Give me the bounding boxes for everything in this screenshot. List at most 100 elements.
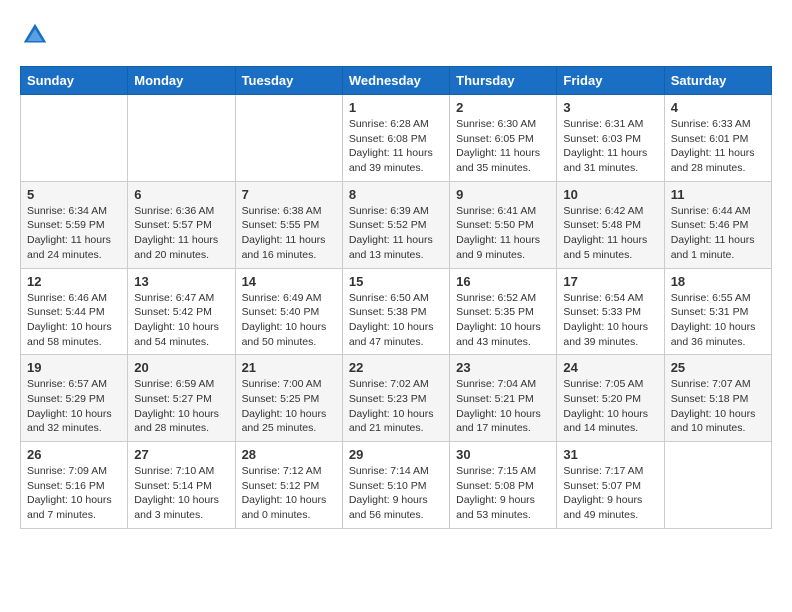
day-number: 25: [671, 360, 765, 375]
day-number: 26: [27, 447, 121, 462]
day-info: Sunrise: 7:12 AM Sunset: 5:12 PM Dayligh…: [242, 464, 336, 523]
day-number: 19: [27, 360, 121, 375]
day-info: Sunrise: 6:47 AM Sunset: 5:42 PM Dayligh…: [134, 291, 228, 350]
day-info: Sunrise: 7:04 AM Sunset: 5:21 PM Dayligh…: [456, 377, 550, 436]
calendar-week-1: 1 Sunrise: 6:28 AM Sunset: 6:08 PM Daylig…: [21, 95, 772, 182]
calendar-cell: 2Sunrise: 6:30 AM Sunset: 6:05 PM Daylig…: [450, 95, 557, 182]
weekday-header-row: SundayMondayTuesdayWednesdayThursdayFrid…: [21, 67, 772, 95]
calendar-cell: 28 Sunrise: 7:12 AM Sunset: 5:12 PM Dayli…: [235, 442, 342, 529]
day-info: Sunrise: 6:30 AM Sunset: 6:05 PM Dayligh…: [456, 117, 550, 176]
day-number: 11: [671, 187, 765, 202]
day-info: Sunrise: 6:52 AM Sunset: 5:35 PM Dayligh…: [456, 291, 550, 350]
day-number: 14: [242, 274, 336, 289]
calendar-cell: [235, 95, 342, 182]
calendar-week-4: 19 Sunrise: 6:57 AM Sunset: 5:29 PM Dayli…: [21, 355, 772, 442]
day-number: 17: [563, 274, 657, 289]
day-number: 4: [671, 100, 765, 115]
calendar-cell: 26 Sunrise: 7:09 AM Sunset: 5:16 PM Dayli…: [21, 442, 128, 529]
calendar-cell: 14 Sunrise: 6:49 AM Sunset: 5:40 PM Dayli…: [235, 268, 342, 355]
calendar-cell: 27 Sunrise: 7:10 AM Sunset: 5:14 PM Dayli…: [128, 442, 235, 529]
calendar-table: SundayMondayTuesdayWednesdayThursdayFrid…: [20, 66, 772, 529]
calendar-cell: 8 Sunrise: 6:39 AM Sunset: 5:52 PM Daylig…: [342, 181, 449, 268]
calendar-cell: 30 Sunrise: 7:15 AM Sunset: 5:08 PM Dayli…: [450, 442, 557, 529]
day-info: Sunrise: 6:39 AM Sunset: 5:52 PM Dayligh…: [349, 204, 443, 263]
day-info: Sunrise: 6:57 AM Sunset: 5:29 PM Dayligh…: [27, 377, 121, 436]
calendar-cell: 1 Sunrise: 6:28 AM Sunset: 6:08 PM Daylig…: [342, 95, 449, 182]
day-info: Sunrise: 6:44 AM Sunset: 5:46 PM Dayligh…: [671, 204, 765, 263]
logo-icon: [20, 20, 50, 50]
day-info: Sunrise: 7:17 AM Sunset: 5:07 PM Dayligh…: [563, 464, 657, 523]
day-number: 12: [27, 274, 121, 289]
day-info: Sunrise: 6:28 AM Sunset: 6:08 PM Dayligh…: [349, 117, 443, 176]
logo: [20, 20, 54, 50]
calendar-cell: 15Sunrise: 6:50 AM Sunset: 5:38 PM Dayli…: [342, 268, 449, 355]
day-info: Sunrise: 7:00 AM Sunset: 5:25 PM Dayligh…: [242, 377, 336, 436]
day-number: 16: [456, 274, 550, 289]
day-info: Sunrise: 6:41 AM Sunset: 5:50 PM Dayligh…: [456, 204, 550, 263]
calendar-cell: 13 Sunrise: 6:47 AM Sunset: 5:42 PM Dayli…: [128, 268, 235, 355]
calendar-cell: 21 Sunrise: 7:00 AM Sunset: 5:25 PM Dayli…: [235, 355, 342, 442]
calendar-cell: [664, 442, 771, 529]
day-info: Sunrise: 6:59 AM Sunset: 5:27 PM Dayligh…: [134, 377, 228, 436]
weekday-header-wednesday: Wednesday: [342, 67, 449, 95]
calendar-cell: 18 Sunrise: 6:55 AM Sunset: 5:31 PM Dayli…: [664, 268, 771, 355]
day-number: 20: [134, 360, 228, 375]
day-number: 21: [242, 360, 336, 375]
day-info: Sunrise: 6:31 AM Sunset: 6:03 PM Dayligh…: [563, 117, 657, 176]
calendar-cell: 6Sunrise: 6:36 AM Sunset: 5:57 PM Daylig…: [128, 181, 235, 268]
calendar-cell: 31Sunrise: 7:17 AM Sunset: 5:07 PM Dayli…: [557, 442, 664, 529]
day-number: 29: [349, 447, 443, 462]
day-number: 22: [349, 360, 443, 375]
weekday-header-sunday: Sunday: [21, 67, 128, 95]
day-info: Sunrise: 7:15 AM Sunset: 5:08 PM Dayligh…: [456, 464, 550, 523]
weekday-header-monday: Monday: [128, 67, 235, 95]
day-info: Sunrise: 6:55 AM Sunset: 5:31 PM Dayligh…: [671, 291, 765, 350]
day-number: 13: [134, 274, 228, 289]
day-info: Sunrise: 6:49 AM Sunset: 5:40 PM Dayligh…: [242, 291, 336, 350]
calendar-cell: 9 Sunrise: 6:41 AM Sunset: 5:50 PM Daylig…: [450, 181, 557, 268]
day-info: Sunrise: 6:38 AM Sunset: 5:55 PM Dayligh…: [242, 204, 336, 263]
calendar-cell: 7 Sunrise: 6:38 AM Sunset: 5:55 PM Daylig…: [235, 181, 342, 268]
day-number: 8: [349, 187, 443, 202]
day-info: Sunrise: 6:54 AM Sunset: 5:33 PM Dayligh…: [563, 291, 657, 350]
day-number: 24: [563, 360, 657, 375]
day-number: 18: [671, 274, 765, 289]
calendar-cell: 24 Sunrise: 7:05 AM Sunset: 5:20 PM Dayli…: [557, 355, 664, 442]
day-number: 27: [134, 447, 228, 462]
calendar-cell: 20 Sunrise: 6:59 AM Sunset: 5:27 PM Dayli…: [128, 355, 235, 442]
calendar-cell: [21, 95, 128, 182]
day-info: Sunrise: 6:36 AM Sunset: 5:57 PM Dayligh…: [134, 204, 228, 263]
day-number: 28: [242, 447, 336, 462]
calendar-cell: 23Sunrise: 7:04 AM Sunset: 5:21 PM Dayli…: [450, 355, 557, 442]
day-info: Sunrise: 6:34 AM Sunset: 5:59 PM Dayligh…: [27, 204, 121, 263]
weekday-header-tuesday: Tuesday: [235, 67, 342, 95]
day-info: Sunrise: 6:33 AM Sunset: 6:01 PM Dayligh…: [671, 117, 765, 176]
calendar-cell: 16 Sunrise: 6:52 AM Sunset: 5:35 PM Dayli…: [450, 268, 557, 355]
day-info: Sunrise: 7:09 AM Sunset: 5:16 PM Dayligh…: [27, 464, 121, 523]
day-info: Sunrise: 6:50 AM Sunset: 5:38 PM Dayligh…: [349, 291, 443, 350]
calendar-cell: 4 Sunrise: 6:33 AM Sunset: 6:01 PM Daylig…: [664, 95, 771, 182]
day-info: Sunrise: 7:07 AM Sunset: 5:18 PM Dayligh…: [671, 377, 765, 436]
calendar-cell: 22 Sunrise: 7:02 AM Sunset: 5:23 PM Dayli…: [342, 355, 449, 442]
day-number: 30: [456, 447, 550, 462]
calendar-week-2: 5 Sunrise: 6:34 AM Sunset: 5:59 PM Daylig…: [21, 181, 772, 268]
day-number: 5: [27, 187, 121, 202]
day-number: 7: [242, 187, 336, 202]
day-info: Sunrise: 6:42 AM Sunset: 5:48 PM Dayligh…: [563, 204, 657, 263]
day-number: 3: [563, 100, 657, 115]
calendar-cell: 12 Sunrise: 6:46 AM Sunset: 5:44 PM Dayli…: [21, 268, 128, 355]
calendar-cell: 17 Sunrise: 6:54 AM Sunset: 5:33 PM Dayli…: [557, 268, 664, 355]
day-info: Sunrise: 7:10 AM Sunset: 5:14 PM Dayligh…: [134, 464, 228, 523]
day-number: 1: [349, 100, 443, 115]
day-info: Sunrise: 6:46 AM Sunset: 5:44 PM Dayligh…: [27, 291, 121, 350]
calendar-cell: 25 Sunrise: 7:07 AM Sunset: 5:18 PM Dayli…: [664, 355, 771, 442]
day-info: Sunrise: 7:14 AM Sunset: 5:10 PM Dayligh…: [349, 464, 443, 523]
weekday-header-saturday: Saturday: [664, 67, 771, 95]
day-info: Sunrise: 7:02 AM Sunset: 5:23 PM Dayligh…: [349, 377, 443, 436]
calendar-cell: 3 Sunrise: 6:31 AM Sunset: 6:03 PM Daylig…: [557, 95, 664, 182]
day-number: 9: [456, 187, 550, 202]
day-info: Sunrise: 7:05 AM Sunset: 5:20 PM Dayligh…: [563, 377, 657, 436]
calendar-cell: 5 Sunrise: 6:34 AM Sunset: 5:59 PM Daylig…: [21, 181, 128, 268]
calendar-cell: 10Sunrise: 6:42 AM Sunset: 5:48 PM Dayli…: [557, 181, 664, 268]
weekday-header-friday: Friday: [557, 67, 664, 95]
